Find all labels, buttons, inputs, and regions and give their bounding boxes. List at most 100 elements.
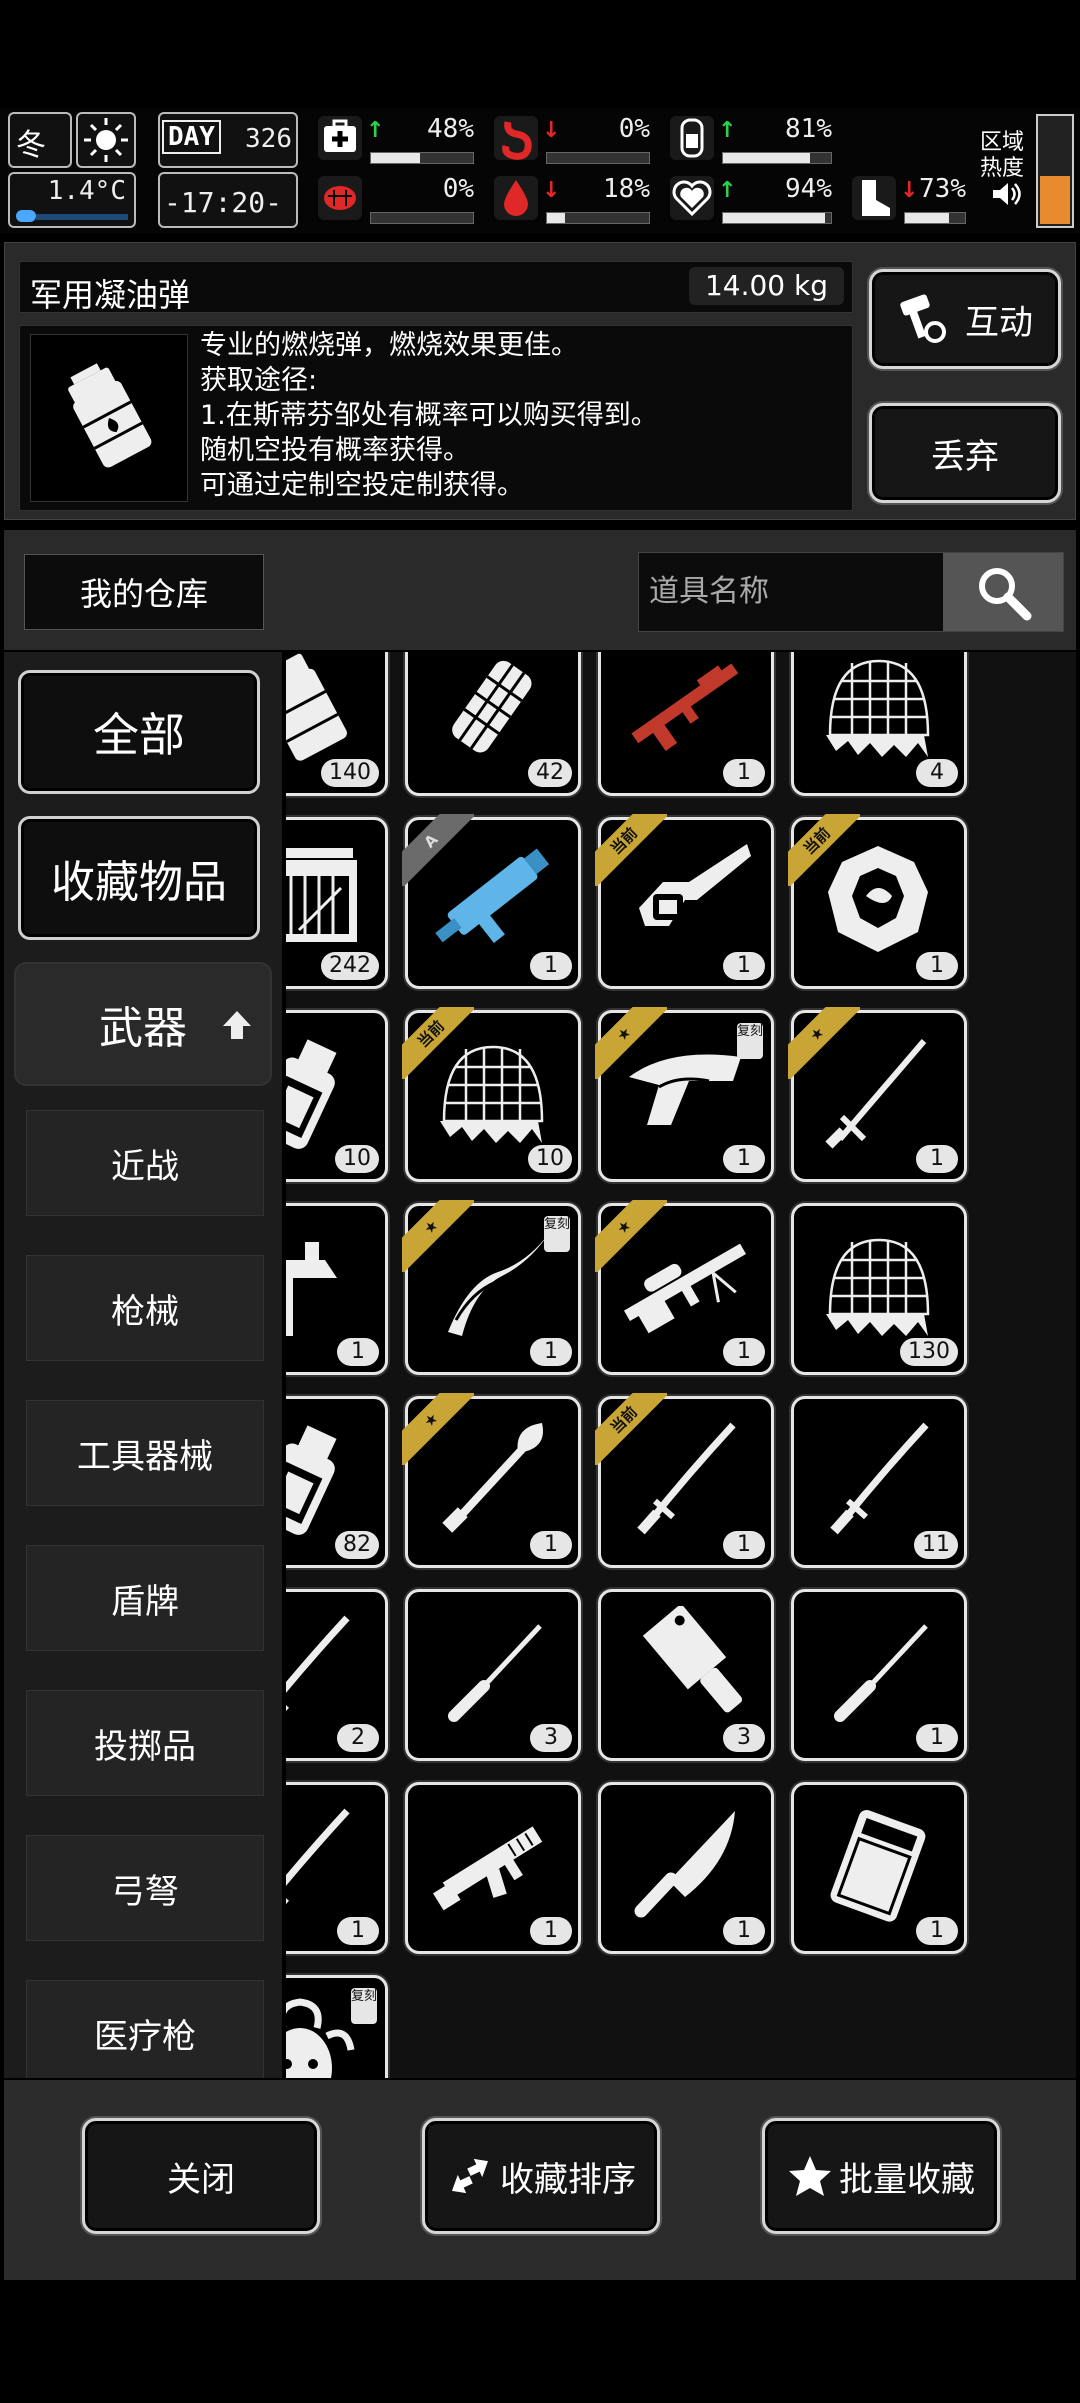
- item-slot[interactable]: 3: [405, 1589, 581, 1761]
- item-weight: 14.00 kg: [688, 267, 844, 305]
- subcategory-medical-guns[interactable]: 医疗枪: [26, 1980, 264, 2078]
- stat-value: 48%: [427, 114, 474, 144]
- item-slot[interactable]: 当前 1: [595, 1393, 774, 1568]
- item-slot[interactable]: 当前10: [286, 1010, 388, 1182]
- category-weapons[interactable]: 武器: [14, 962, 272, 1086]
- item-slot[interactable]: 1: [598, 1782, 774, 1954]
- item-count: 11: [914, 1531, 958, 1559]
- trend-up-icon: ↑: [718, 178, 737, 203]
- discard-button[interactable]: 丢弃: [869, 403, 1061, 503]
- speaker-icon[interactable]: [990, 178, 1022, 210]
- item-slot[interactable]: 1: [598, 652, 774, 796]
- item-count: 10: [528, 1145, 572, 1173]
- item-slot[interactable]: ★1: [788, 1007, 967, 1182]
- item-slot[interactable]: ★1: [286, 1203, 388, 1375]
- item-slot[interactable]: 当前 1: [595, 814, 774, 989]
- day-number: 326: [245, 124, 292, 154]
- category-favorites[interactable]: 收藏物品: [18, 816, 260, 940]
- item-slot[interactable]: 复刻: [286, 1975, 388, 2078]
- discard-label: 丢弃: [931, 436, 999, 477]
- season-badge: 冬: [8, 112, 72, 168]
- napalm-grenade-icon: [286, 653, 347, 761]
- footer-bar: 关闭 收藏排序 批量收藏: [4, 2080, 1076, 2280]
- heart-icon: [670, 176, 714, 220]
- item-count: 1: [337, 1917, 379, 1945]
- item-slot[interactable]: 4: [791, 652, 967, 796]
- cylinder-grenade-icon: [452, 660, 532, 753]
- item-slot[interactable]: 130: [791, 1203, 967, 1375]
- zone-heat-meter: [1036, 114, 1074, 228]
- search-button[interactable]: [943, 553, 1063, 631]
- item-slot[interactable]: ★ 复刻 1: [595, 1007, 774, 1182]
- stat-bar: [904, 212, 966, 224]
- item-slot[interactable]: 1: [286, 1782, 388, 1954]
- item-ribbon: ★: [402, 1393, 474, 1465]
- category-all[interactable]: 全部: [18, 670, 260, 794]
- subcategory-bows[interactable]: 弓弩: [26, 1835, 264, 1941]
- item-grid: 1404214242A1当前1当前1当前10当前10★复刻1★1★1★复刻1★1…: [286, 652, 1076, 2078]
- favorite-sort-label: 收藏排序: [500, 2159, 636, 2200]
- bottle-icon: [286, 1425, 337, 1535]
- item-slot[interactable]: ★ 复刻 1: [402, 1200, 581, 1375]
- stat-bar: [722, 212, 832, 224]
- day-counter: DAY 326: [158, 112, 298, 168]
- close-label: 关闭: [167, 2159, 235, 2200]
- stat-water: ↑ 81%: [670, 112, 836, 168]
- dagger-icon: [448, 1624, 542, 1722]
- item-count: 1: [723, 952, 765, 980]
- stat-value: 73%: [919, 174, 966, 204]
- trend-up-icon: ↑: [366, 118, 385, 143]
- blood-drop-icon: [494, 176, 538, 220]
- item-slot[interactable]: A1: [402, 814, 581, 989]
- stat-brain: 0%: [318, 172, 478, 228]
- search-input[interactable]: [639, 553, 949, 629]
- subcategory-tools[interactable]: 工具器械: [26, 1400, 264, 1506]
- item-slot[interactable]: 42: [405, 652, 581, 796]
- item-slot[interactable]: 82: [286, 1396, 388, 1568]
- subcategory-throwables[interactable]: 投掷品: [26, 1690, 264, 1796]
- item-count: 2: [337, 1724, 379, 1752]
- item-slot[interactable]: ★1: [402, 1393, 581, 1568]
- hammer-hand-icon: [900, 294, 946, 343]
- net-trap-icon: [826, 1238, 930, 1336]
- close-button[interactable]: 关闭: [82, 2118, 320, 2234]
- interact-button[interactable]: 互动: [869, 269, 1061, 369]
- stat-stomach: ↓ 0%: [494, 112, 654, 168]
- item-description: 专业的燃烧弹，燃烧效果更佳。 获取途径: 1.在斯蒂芬邹处有概率可以购买得到。 …: [200, 328, 658, 503]
- zone-heat-label-box: 区域热度: [978, 116, 1030, 228]
- item-slot[interactable]: 11: [791, 1396, 967, 1568]
- item-slot[interactable]: 140: [286, 652, 388, 796]
- subcategory-shields[interactable]: 盾牌: [26, 1545, 264, 1651]
- stat-bar: [546, 212, 650, 224]
- item-count: 1: [723, 1917, 765, 1945]
- search-box: [638, 552, 1064, 632]
- item-slot[interactable]: ★1: [595, 1200, 774, 1375]
- item-ribbon: ★: [595, 1007, 667, 1079]
- axe-icon: [286, 1242, 337, 1336]
- item-slot[interactable]: 1: [405, 1782, 581, 1954]
- bottle-icon: [286, 1039, 337, 1149]
- item-slot[interactable]: 当前10: [402, 1007, 581, 1182]
- item-slot[interactable]: 242: [286, 817, 388, 989]
- favorite-sort-button[interactable]: 收藏排序: [422, 2118, 660, 2234]
- batch-favorite-button[interactable]: 批量收藏: [762, 2118, 1000, 2234]
- assault-rifle-icon: [433, 1826, 543, 1911]
- item-slot[interactable]: 当前 1: [788, 814, 967, 989]
- clock: -17:20-: [158, 172, 298, 228]
- item-count: 4: [916, 759, 958, 787]
- item-slot[interactable]: 1: [791, 1589, 967, 1761]
- temperature-value: 1.4°C: [47, 176, 126, 206]
- warehouse-title: 我的仓库: [24, 554, 264, 630]
- subcategory-melee[interactable]: 近战: [26, 1110, 264, 1216]
- item-slot[interactable]: 3: [598, 1589, 774, 1761]
- trend-down-icon: ↓: [542, 178, 561, 203]
- stat-bar: [370, 152, 474, 164]
- item-slot[interactable]: 1: [791, 1782, 967, 1954]
- item-count: 1: [723, 759, 765, 787]
- item-count: 1: [916, 1917, 958, 1945]
- season-label: 冬: [16, 128, 46, 163]
- temperature-box: 1.4°C: [8, 172, 136, 228]
- item-count: 1: [916, 1145, 958, 1173]
- item-slot[interactable]: 2: [286, 1589, 388, 1761]
- subcategory-firearms[interactable]: 枪械: [26, 1255, 264, 1361]
